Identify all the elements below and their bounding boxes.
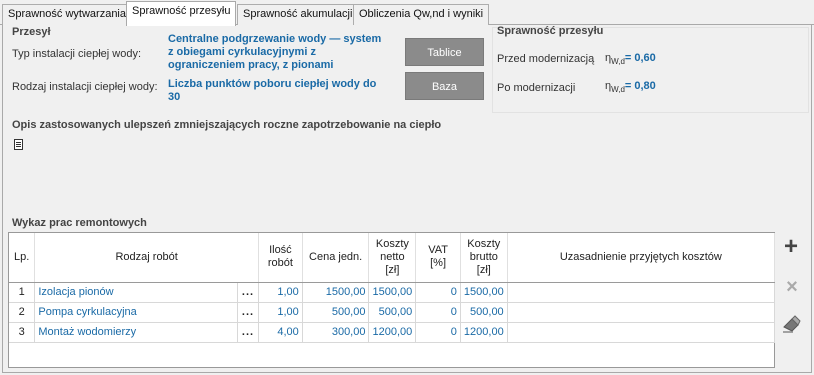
przesyl-title: Przesył: [12, 26, 51, 38]
table-row[interactable]: 3 Montaż wodomierzy ... 4,00 300,00 1200…: [9, 322, 776, 343]
cell-cena[interactable]: 1500,00: [302, 282, 370, 303]
cell-uzasadnienie[interactable]: [507, 282, 776, 303]
przed-modernizacja-label: Przed modernizacją: [497, 53, 595, 65]
tab-sprawnosc-przesylu[interactable]: Sprawność przesyłu: [126, 1, 237, 26]
document-icon[interactable]: [14, 139, 23, 150]
cell-ilosc[interactable]: 1,00: [258, 282, 303, 303]
col-lp[interactable]: Lp.: [9, 233, 36, 283]
col-netto[interactable]: Koszty netto [zł]: [368, 233, 417, 283]
tab-sprawnosc-wytwarzania[interactable]: Sprawność wytwarzania: [2, 4, 132, 25]
sprawnosc-title: Sprawność przesyłu: [497, 25, 604, 37]
ellipsis-button[interactable]: ...: [237, 302, 259, 323]
wykaz-table: Lp. Rodzaj robót Ilość robót Cena jedn. K…: [8, 232, 776, 368]
sprawnosc-box: [492, 27, 809, 113]
tablice-button[interactable]: Tablice: [405, 38, 484, 66]
main-panel: Przesył Typ instalacji ciepłej wody: Cen…: [2, 25, 812, 373]
col-brutto[interactable]: Koszty brutto [zł]: [460, 233, 508, 283]
cell-brutto: 1200,00: [460, 322, 508, 343]
cell-netto: 500,00: [368, 302, 417, 323]
cell-brutto: 500,00: [460, 302, 508, 323]
cell-uzasadnienie[interactable]: [507, 302, 776, 323]
eraser-icon[interactable]: [780, 313, 801, 333]
po-modernizacji-label: Po modernizacji: [497, 82, 576, 94]
add-icon[interactable]: +: [781, 235, 801, 259]
eta-po: ηW,d= 0,80: [605, 80, 656, 95]
eta-przed: ηW,d= 0,60: [605, 52, 656, 67]
ellipsis-button[interactable]: ...: [237, 322, 259, 343]
opis-title: Opis zastosowanych ulepszeń zmniejszając…: [12, 119, 442, 131]
cell-lp: 2: [9, 302, 36, 323]
rodzaj-instalacji-value: Liczba punktów poboru ciepłej wody do 30: [168, 78, 377, 103]
tab-bar: Sprawność wytwarzania Sprawność przesyłu…: [0, 0, 814, 26]
rodzaj-instalacji-label: Rodzaj instalacji ciepłej wody:: [12, 81, 158, 93]
cell-lp: 1: [9, 282, 36, 303]
typ-instalacji-label: Typ instalacji ciepłej wody:: [12, 48, 142, 60]
cell-rodzaj[interactable]: Pompa cyrkulacyjna: [34, 302, 239, 323]
eta-po-value: = 0,80: [624, 80, 656, 92]
cell-ilosc[interactable]: 1,00: [258, 302, 303, 323]
baza-button[interactable]: Baza: [405, 72, 484, 100]
typ-instalacji-value: Centralne podgrzewanie wody — system z o…: [168, 33, 382, 71]
table-row[interactable]: 1 Izolacja pionów ... 1,00 1500,00 1500,…: [9, 282, 776, 303]
cell-cena[interactable]: 300,00: [302, 322, 370, 343]
table-row[interactable]: 2 Pompa cyrkulacyjna ... 1,00 500,00 500…: [9, 302, 776, 323]
cell-uzasadnienie[interactable]: [507, 322, 776, 343]
cell-rodzaj[interactable]: Montaż wodomierzy: [34, 322, 239, 343]
cell-lp: 3: [9, 322, 36, 343]
cell-brutto: 1500,00: [460, 282, 508, 303]
tab-sprawnosc-akumulacji[interactable]: Sprawność akumulacji: [237, 4, 359, 25]
cell-cena[interactable]: 500,00: [302, 302, 370, 323]
delete-icon[interactable]: ×: [782, 277, 802, 297]
wykaz-title: Wykaz prac remontowych: [12, 217, 147, 229]
ellipsis-button[interactable]: ...: [237, 282, 259, 303]
cell-netto: 1500,00: [368, 282, 417, 303]
col-ilosc[interactable]: Ilość robót: [258, 233, 303, 283]
eta-przed-value: = 0,60: [624, 52, 656, 64]
cell-vat[interactable]: 0: [415, 302, 461, 323]
cell-netto: 1200,00: [368, 322, 417, 343]
col-vat[interactable]: VAT [%]: [415, 233, 461, 283]
col-rodzaj[interactable]: Rodzaj robót: [34, 233, 259, 283]
cell-vat[interactable]: 0: [415, 282, 461, 303]
col-cena[interactable]: Cena jedn.: [302, 233, 370, 283]
cell-rodzaj[interactable]: Izolacja pionów: [34, 282, 239, 303]
cell-ilosc[interactable]: 4,00: [258, 322, 303, 343]
col-uzasadnienie[interactable]: Uzasadnienie przyjętych kosztów: [507, 233, 776, 283]
cell-vat[interactable]: 0: [415, 322, 461, 343]
tab-obliczenia[interactable]: Obliczenia Qw,nd i wyniki: [353, 4, 490, 25]
